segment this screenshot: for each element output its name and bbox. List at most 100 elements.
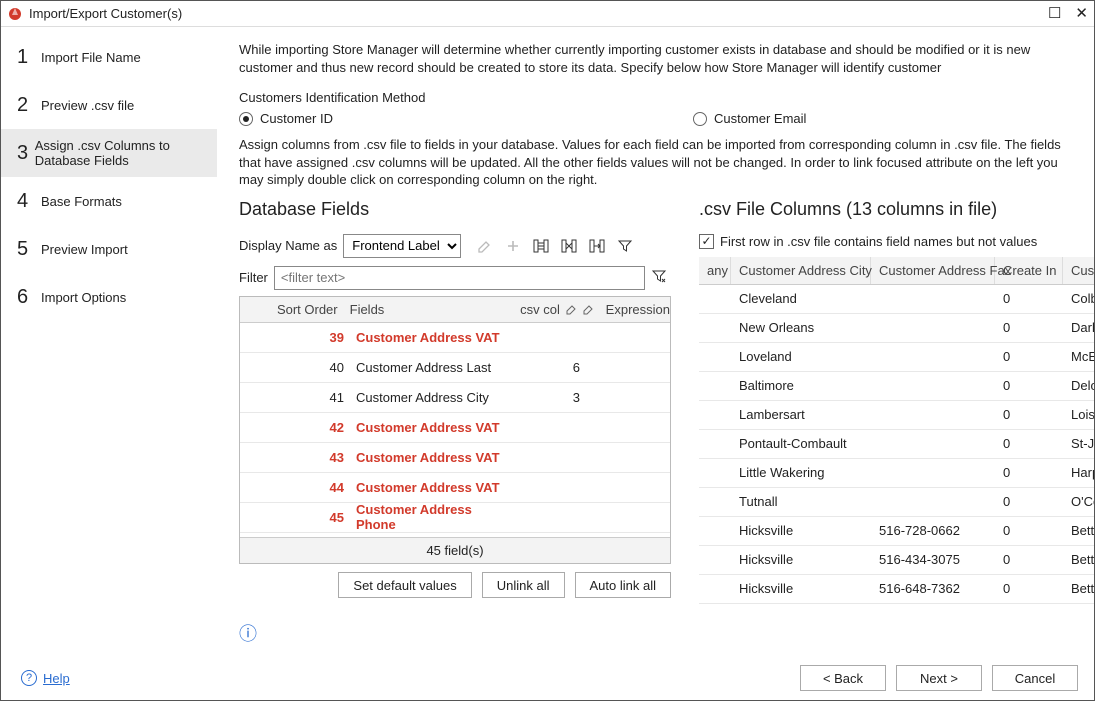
col-sort-order[interactable]: Sort Order [240, 302, 344, 317]
table-row[interactable]: 39Customer Address VAT [240, 323, 670, 353]
cell-city: Hicksville [731, 552, 871, 567]
col-custom[interactable]: Custom [1063, 257, 1094, 284]
info-icon[interactable]: ⓘ [239, 624, 257, 644]
instructions-2: Assign columns from .csv file to fields … [239, 136, 1078, 189]
wizard-step[interactable]: 5Preview Import [1, 225, 217, 273]
pencil-icon[interactable] [564, 303, 581, 315]
maximize-button[interactable]: ☐ [1048, 6, 1061, 21]
table-row[interactable]: 41Customer Address City3 [240, 383, 670, 413]
col-csv-col[interactable]: csv col [498, 302, 564, 317]
table-row[interactable]: 44Customer Address VAT [240, 473, 670, 503]
cell-sort: 45 [240, 510, 350, 525]
next-button[interactable]: Next > [896, 665, 982, 691]
step-label: Import File Name [41, 50, 141, 65]
cell-field: Customer Address VAT [350, 480, 514, 495]
table-row[interactable]: 42Customer Address VAT [240, 413, 670, 443]
radio-customer-id[interactable]: Customer ID [239, 111, 333, 126]
table-row[interactable]: Cleveland0Colburn [699, 285, 1094, 314]
help-link[interactable]: ? Help [21, 670, 70, 686]
cell-cust: Betts [1063, 523, 1094, 538]
wizard-step[interactable]: 3Assign .csv Columns to Database Fields [1, 129, 217, 177]
autolink-columns-icon[interactable] [587, 236, 607, 256]
filter-reset-icon[interactable] [651, 268, 671, 288]
col-create-in[interactable]: Create In [995, 257, 1063, 284]
cell-cust: Betts [1063, 552, 1094, 567]
cell-field: Customer Address Phone [350, 502, 514, 532]
cell-fax: 516-648-7362 [871, 581, 995, 596]
set-default-values-button[interactable]: Set default values [338, 572, 471, 598]
cell-cust: St-Jean [1063, 436, 1094, 451]
footer: ? Help < Back Next > Cancel [1, 656, 1094, 700]
step-number: 4 [17, 190, 41, 213]
unlink-columns-icon[interactable] [559, 236, 579, 256]
col-city[interactable]: Customer Address City [731, 257, 871, 284]
wizard-step[interactable]: 1Import File Name [1, 33, 217, 81]
filter-label: Filter [239, 270, 268, 285]
table-row[interactable]: 45Customer Address Phone [240, 503, 670, 533]
step-label: Base Formats [41, 194, 122, 209]
table-row[interactable]: Little Wakering0Harper [699, 459, 1094, 488]
table-row[interactable]: Pontault-Combault0St-Jean [699, 430, 1094, 459]
col-any[interactable]: any [699, 257, 731, 284]
cell-field: Customer Address City [350, 390, 514, 405]
cell-cust: Betts [1063, 581, 1094, 596]
csv-table: any Customer Address City Customer Addre… [699, 257, 1094, 646]
cell-csv: 6 [514, 360, 584, 375]
table-row[interactable]: Baltimore0Delossa [699, 372, 1094, 401]
cell-fax: 516-728-0662 [871, 523, 995, 538]
pencil-icon[interactable] [581, 303, 598, 315]
cell-cust: Colburn [1063, 291, 1094, 306]
table-row[interactable]: 40Customer Address Last6 [240, 353, 670, 383]
step-number: 6 [17, 286, 41, 309]
table-row[interactable]: Hicksville516-728-06620Betts [699, 517, 1094, 546]
auto-link-all-button[interactable]: Auto link all [575, 572, 671, 598]
table-row[interactable]: Lambersart0Loiselle [699, 401, 1094, 430]
col-fields[interactable]: Fields [344, 302, 498, 317]
radio-customer-email[interactable]: Customer Email [693, 111, 806, 126]
display-name-label: Display Name as [239, 238, 337, 253]
wizard-step[interactable]: 6Import Options [1, 273, 217, 321]
wizard-step[interactable]: 4Base Formats [1, 177, 217, 225]
cell-sort: 42 [240, 420, 350, 435]
edit-icon[interactable] [475, 236, 495, 256]
cell-city: Hicksville [731, 523, 871, 538]
database-fields-table: Sort Order Fields csv col Expression 39C… [239, 296, 671, 564]
table-row[interactable]: Hicksville516-648-73620Betts [699, 575, 1094, 604]
cell-create: 0 [995, 465, 1063, 480]
table-row[interactable]: Tutnall0O'Conn [699, 488, 1094, 517]
wizard-step[interactable]: 2Preview .csv file [1, 81, 217, 129]
col-fax[interactable]: Customer Address Fax [871, 257, 995, 284]
link-columns-icon[interactable] [531, 236, 551, 256]
help-label: Help [43, 671, 70, 686]
unlink-all-button[interactable]: Unlink all [482, 572, 565, 598]
cell-city: Hicksville [731, 581, 871, 596]
cell-create: 0 [995, 552, 1063, 567]
close-button[interactable]: ✕ [1075, 6, 1088, 21]
cell-create: 0 [995, 407, 1063, 422]
table-row[interactable]: Loveland0McEvoy [699, 343, 1094, 372]
radio-dot-icon [693, 112, 707, 126]
cancel-button[interactable]: Cancel [992, 665, 1078, 691]
first-row-label: First row in .csv file contains field na… [720, 234, 1037, 249]
step-label: Assign .csv Columns to Database Fields [35, 138, 207, 168]
filter-input[interactable] [274, 266, 645, 290]
radio-customer-id-label: Customer ID [260, 111, 333, 126]
database-fields-heading: Database Fields [239, 199, 671, 220]
table-row[interactable]: 43Customer Address VAT [240, 443, 670, 473]
table-row[interactable]: New Orleans0Darling [699, 314, 1094, 343]
back-button[interactable]: < Back [800, 665, 886, 691]
table-row[interactable]: Hicksville516-434-30750Betts [699, 546, 1094, 575]
cell-city: Baltimore [731, 378, 871, 393]
csv-columns-heading: .csv File Columns (13 columns in file) [699, 199, 1094, 220]
display-name-select[interactable]: Frontend Label [343, 234, 461, 258]
instructions-1: While importing Store Manager will deter… [239, 41, 1078, 76]
add-icon[interactable] [503, 236, 523, 256]
step-label: Import Options [41, 290, 126, 305]
col-expression[interactable]: Expression [598, 302, 670, 317]
step-label: Preview Import [41, 242, 128, 257]
cell-field: Customer Address VAT [350, 330, 514, 345]
first-row-checkbox[interactable] [699, 234, 714, 249]
cell-create: 0 [995, 581, 1063, 596]
filter-toolbar-icon[interactable] [615, 236, 635, 256]
cell-city: Lambersart [731, 407, 871, 422]
